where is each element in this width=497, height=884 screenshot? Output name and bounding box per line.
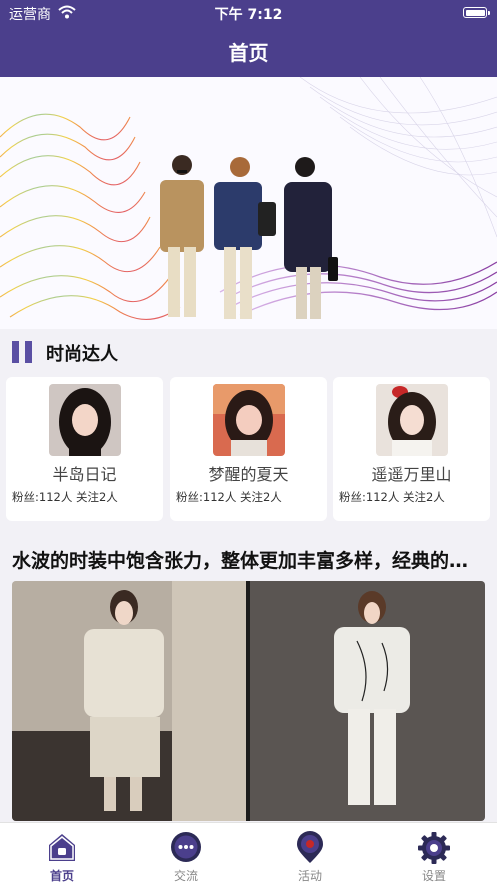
influencer-stats: 粉丝:112人 关注2人 xyxy=(176,490,282,504)
influencer-card[interactable]: 梦醒的夏天 粉丝:112人 关注2人 xyxy=(170,377,327,521)
influencer-stats: 粉丝:112人 关注2人 xyxy=(339,490,445,504)
section-marker xyxy=(12,341,19,363)
chat-icon xyxy=(171,832,201,862)
avatar xyxy=(213,384,285,456)
banner-illustration xyxy=(0,77,497,329)
battery-icon xyxy=(463,7,490,18)
influencer-stats: 粉丝:112人 关注2人 xyxy=(12,490,118,504)
tab-settings[interactable]: 设置 xyxy=(372,823,496,884)
section-title: 时尚达人 xyxy=(46,344,118,365)
article-title[interactable]: 水波的时装中饱含张力，整体更加丰富多样，经典的廓形与极简主义设计相结合 xyxy=(12,546,482,573)
influencer-name: 半岛日记 xyxy=(52,465,117,484)
article-image[interactable] xyxy=(12,581,485,821)
tab-label: 交流 xyxy=(173,869,198,883)
tab-activity[interactable]: 活动 xyxy=(248,823,372,884)
tab-label: 设置 xyxy=(421,869,446,883)
tab-label: 首页 xyxy=(49,869,74,883)
nav-bar: 首页 xyxy=(0,26,497,77)
influencer-name: 梦醒的夏天 xyxy=(208,465,289,484)
gear-icon xyxy=(418,832,450,864)
location-icon xyxy=(297,831,323,863)
page-title: 首页 xyxy=(228,41,269,65)
section-header: 时尚达人 xyxy=(0,329,497,375)
status-time: 下午 7:12 xyxy=(214,7,283,23)
influencer-name: 遥遥万里山 xyxy=(371,465,452,484)
article-photo xyxy=(12,581,485,821)
tab-chat[interactable]: 交流 xyxy=(124,823,248,884)
section-marker xyxy=(25,341,32,363)
tab-home[interactable]: 首页 xyxy=(0,823,124,884)
influencer-card[interactable]: 遥遥万里山 粉丝:112人 关注2人 xyxy=(333,377,490,521)
home-icon xyxy=(49,834,75,861)
avatar xyxy=(376,384,448,456)
influencer-list: 半岛日记 粉丝:112人 关注2人 梦醒的夏天 粉丝:112人 关注2人 遥遥万… xyxy=(0,377,497,521)
banner-image[interactable] xyxy=(0,77,497,329)
influencer-card[interactable]: 半岛日记 粉丝:112人 关注2人 xyxy=(6,377,163,521)
status-bar: 运营商 下午 7:12 xyxy=(0,0,497,26)
tab-bar: 首页 交流 活动 设置 xyxy=(0,822,497,884)
avatar xyxy=(49,384,121,456)
tab-label: 活动 xyxy=(297,869,322,883)
